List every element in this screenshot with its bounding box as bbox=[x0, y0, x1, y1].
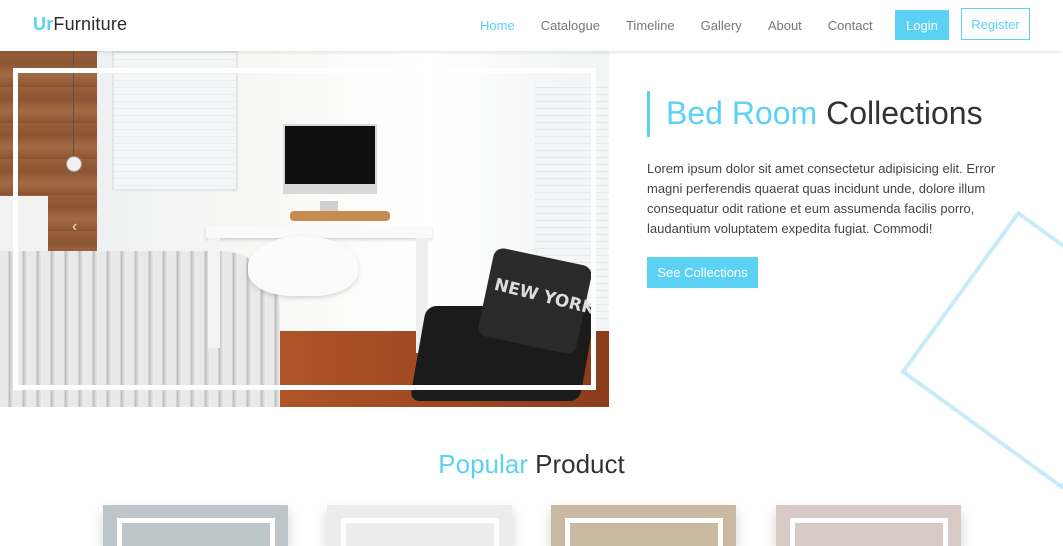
hero-title-accent: Bed Room bbox=[666, 95, 818, 131]
nav-item-gallery[interactable]: Gallery bbox=[701, 18, 742, 33]
hero-description: Lorem ipsum dolor sit amet consectetur a… bbox=[647, 161, 996, 236]
hero-text: Bed Room Collections Lorem ipsum dolor s… bbox=[647, 91, 1017, 239]
product-card-frame bbox=[565, 518, 723, 546]
nav-item-timeline[interactable]: Timeline bbox=[626, 18, 675, 33]
section-title: Popular Product bbox=[0, 449, 1063, 480]
product-card-frame bbox=[341, 518, 499, 546]
register-button[interactable]: Register bbox=[961, 8, 1030, 40]
product-card[interactable] bbox=[103, 505, 288, 546]
hero-title: Bed Room Collections bbox=[647, 91, 1017, 137]
section-title-accent: Popular bbox=[438, 449, 528, 479]
hero-image-frame bbox=[13, 68, 596, 390]
brand-logo[interactable]: UrFurniture bbox=[33, 14, 127, 35]
product-card[interactable] bbox=[327, 505, 512, 546]
product-card[interactable] bbox=[551, 505, 736, 546]
brand-rest: Furniture bbox=[53, 14, 128, 34]
nav-item-catalogue[interactable]: Catalogue bbox=[541, 18, 600, 33]
nav-item-about[interactable]: About bbox=[768, 18, 802, 33]
nav-item-home[interactable]: Home bbox=[480, 18, 515, 33]
section-title-rest: Product bbox=[535, 449, 625, 479]
chevron-left-icon: ‹ bbox=[72, 218, 78, 235]
nav-links: Home Catalogue Timeline Gallery About Co… bbox=[480, 18, 899, 33]
decorative-diamond bbox=[900, 210, 1063, 490]
navbar: UrFurniture Home Catalogue Timeline Gall… bbox=[0, 0, 1063, 51]
product-card-frame bbox=[117, 518, 275, 546]
product-card-frame bbox=[790, 518, 948, 546]
login-button[interactable]: Login bbox=[895, 10, 949, 40]
brand-accent: Ur bbox=[33, 14, 54, 34]
see-collections-button[interactable]: See Collections bbox=[647, 257, 758, 288]
nav-item-contact[interactable]: Contact bbox=[828, 18, 873, 33]
hero-title-rest: Collections bbox=[826, 95, 983, 131]
product-card[interactable] bbox=[776, 505, 961, 546]
